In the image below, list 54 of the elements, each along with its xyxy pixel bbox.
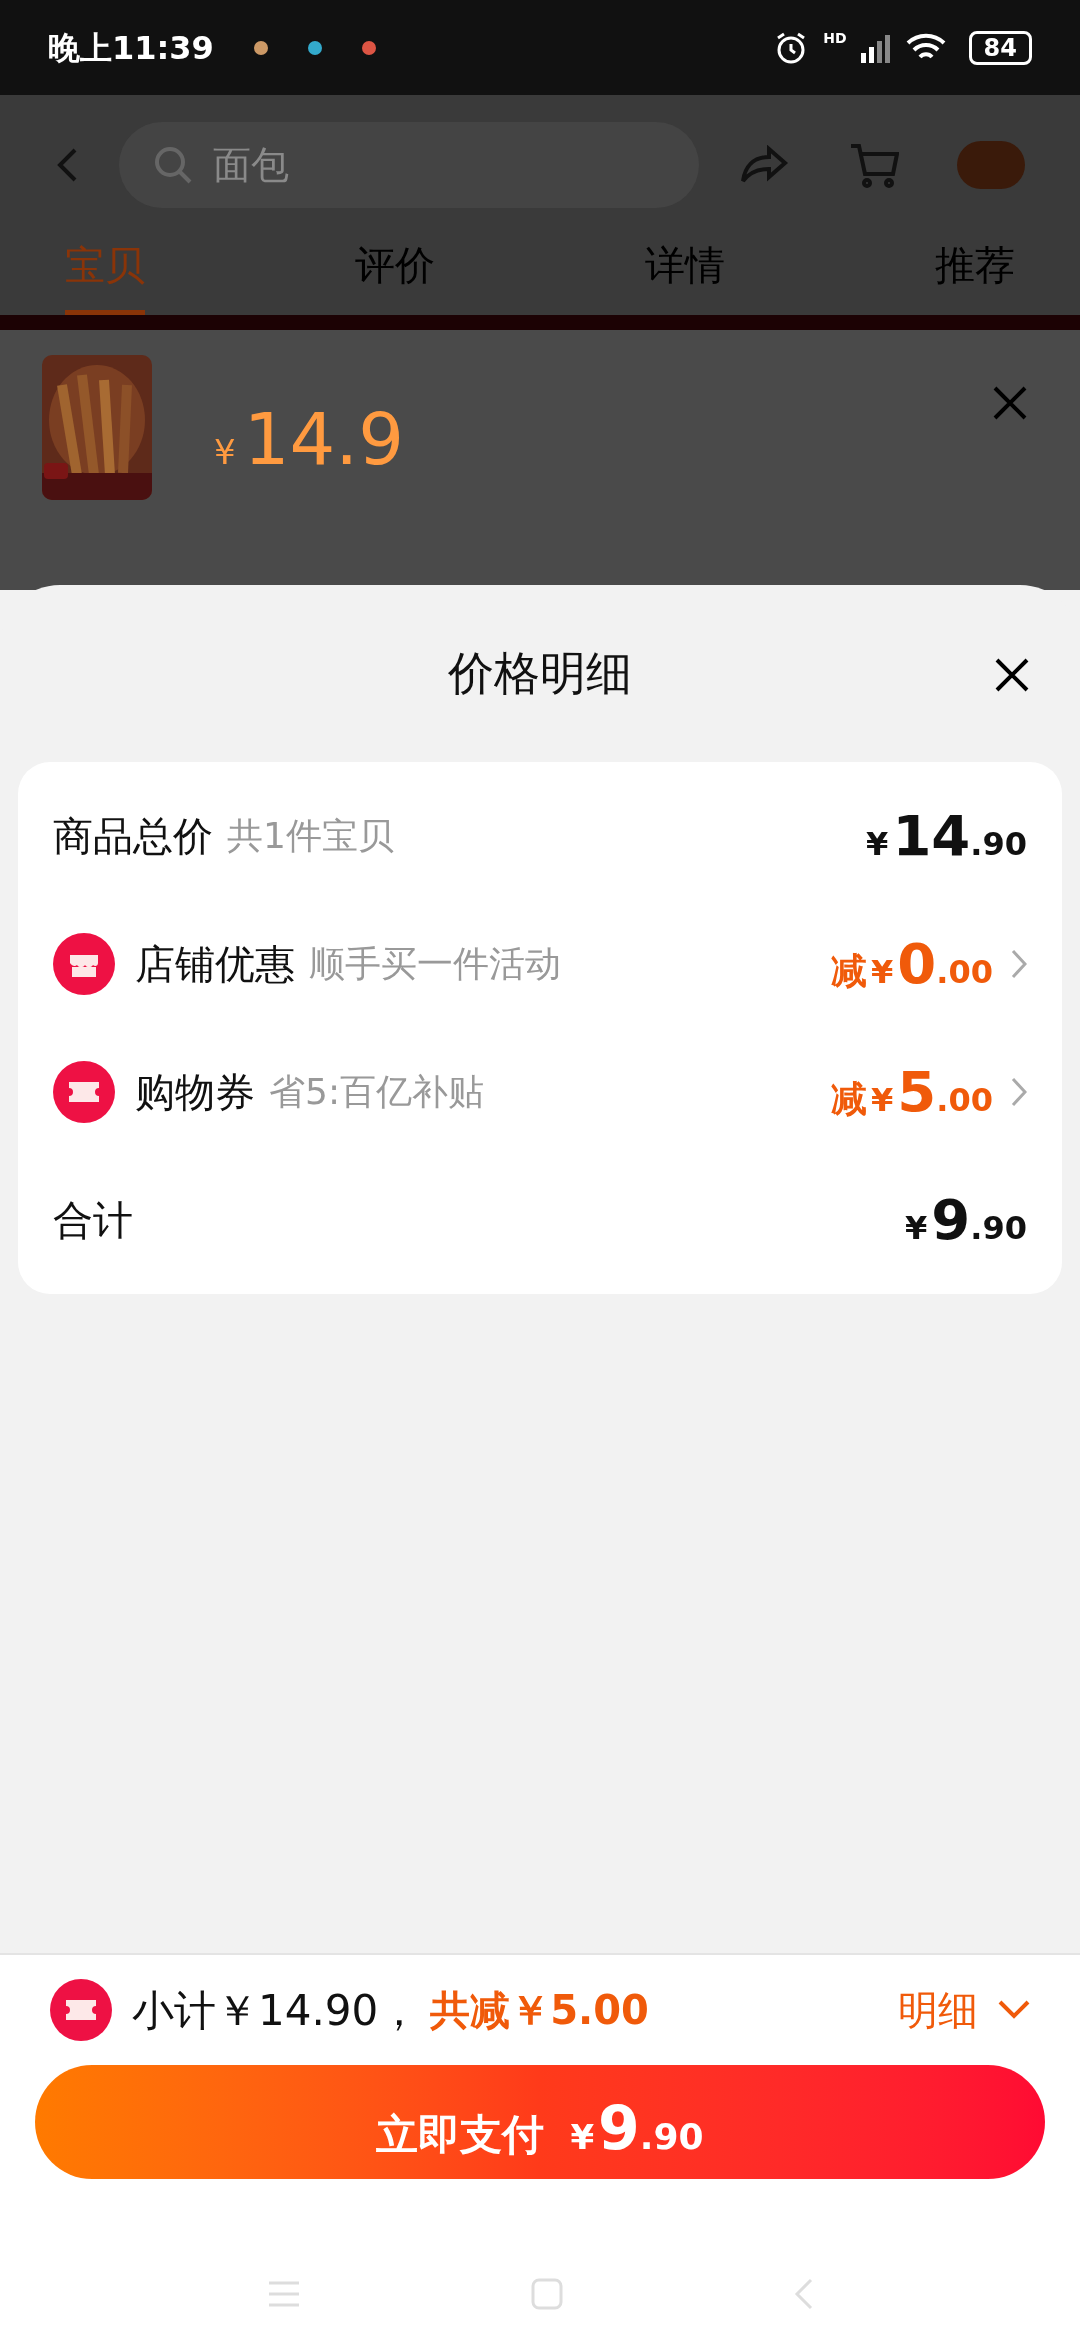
- chevron-down-icon: [998, 2000, 1030, 2020]
- amount-integer: 9: [931, 1186, 971, 1254]
- search-icon: [153, 145, 193, 185]
- close-icon[interactable]: [994, 657, 1030, 693]
- amount-decimal: .90: [970, 1208, 1027, 1249]
- row-label: 合计: [53, 1196, 133, 1245]
- currency-symbol: ¥: [866, 824, 889, 865]
- sheet-title: 价格明细: [448, 645, 632, 702]
- amount-decimal: .00: [936, 952, 993, 993]
- details-toggle[interactable]: 明细: [898, 1980, 1030, 2040]
- currency-symbol: ¥: [214, 431, 236, 474]
- store-icon: [53, 933, 115, 995]
- amount-integer: 0: [897, 930, 937, 998]
- row-label: 店铺优惠: [135, 940, 295, 989]
- row-note: 顺手买一件活动: [309, 942, 561, 986]
- ticket-icon: [53, 1061, 115, 1123]
- currency-symbol: ¥: [905, 1208, 928, 1249]
- product-price: 14.9: [243, 396, 404, 483]
- signal-icon: [860, 32, 891, 63]
- search-field[interactable]: 面包: [119, 122, 699, 208]
- chevron-right-icon[interactable]: [1011, 949, 1027, 979]
- menu-icon[interactable]: [267, 2280, 301, 2308]
- currency-symbol: ¥: [871, 952, 894, 993]
- tab[interactable]: 推荐: [935, 235, 1015, 315]
- row-label: 购物券: [135, 1068, 255, 1117]
- back-icon[interactable]: [55, 147, 79, 183]
- back-icon[interactable]: [793, 2278, 813, 2310]
- row-note: 省5:百亿补贴: [269, 1070, 485, 1114]
- amount-integer: 5: [897, 1058, 937, 1126]
- more-menu-button[interactable]: [957, 141, 1025, 189]
- tab[interactable]: 评价: [355, 235, 435, 315]
- tab[interactable]: 详情: [645, 235, 725, 315]
- row-label: 商品总价: [53, 812, 213, 861]
- discount-label: 减: [831, 949, 868, 993]
- row-note: 共1件宝贝: [227, 814, 394, 858]
- cart-icon[interactable]: [849, 142, 899, 188]
- amount-decimal: .90: [970, 824, 1027, 865]
- network-label: HD: [823, 29, 847, 48]
- share-icon[interactable]: [739, 145, 789, 185]
- pay-button[interactable]: 立即支付 ¥9.90: [35, 2065, 1045, 2179]
- notification-icon: [307, 40, 322, 55]
- notification-icon: [361, 40, 376, 55]
- notification-icon: [253, 40, 268, 55]
- currency-symbol: ¥: [871, 1080, 894, 1121]
- discount-total: 共减￥5.00: [430, 1986, 649, 2035]
- chevron-right-icon[interactable]: [1011, 1077, 1027, 1107]
- status-time: 晚上11:39: [48, 27, 214, 69]
- amount-integer: 14: [892, 802, 971, 870]
- discount-label: 减: [831, 1077, 868, 1121]
- home-icon[interactable]: [531, 2278, 563, 2310]
- ticket-icon: [50, 1979, 112, 2041]
- amount-decimal: .00: [936, 1080, 993, 1121]
- subtotal-text: 小计￥14.90，: [132, 1984, 421, 2037]
- battery-icon: 84: [968, 30, 1032, 65]
